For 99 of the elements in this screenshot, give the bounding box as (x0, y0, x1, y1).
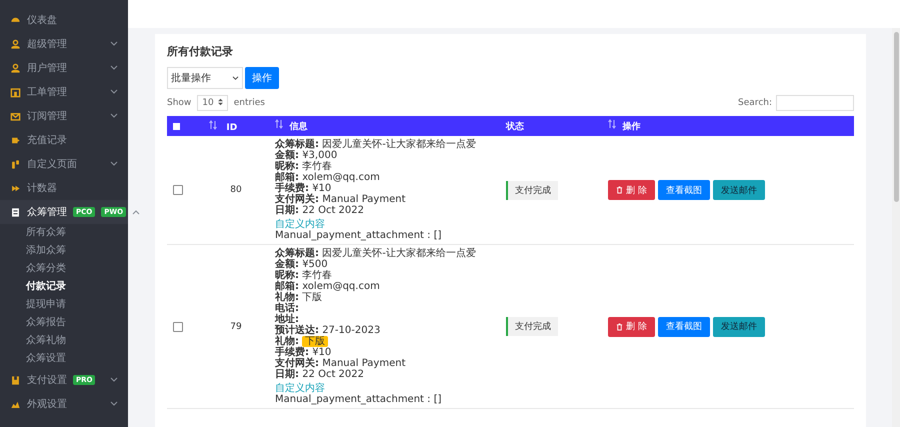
info-line: 手续费: ¥10 (275, 347, 332, 358)
sidebar-label: 订阅管理 (27, 110, 67, 123)
user-icon (10, 62, 21, 74)
info-line: 金额: ¥500 (275, 259, 329, 270)
action-button[interactable]: 查看截图 (658, 180, 710, 200)
sidebar-item[interactable]: 自定义页面 (0, 152, 128, 176)
sidebar-item[interactable]: 用户管理 (0, 56, 128, 80)
sidebar-label: 支付设置 (27, 374, 67, 387)
sidebar-label: 充值记录 (27, 134, 67, 147)
search-label: Search: (738, 98, 772, 108)
submenu-item[interactable]: 众筹设置 (0, 350, 66, 368)
box-icon (10, 374, 21, 386)
submenu-item[interactable]: 所有众筹 (0, 224, 66, 242)
sidebar-item[interactable]: 超级管理 (0, 32, 128, 56)
column-header[interactable]: 状态 (506, 122, 524, 132)
action-button[interactable]: 删 除 (608, 180, 655, 200)
column-header[interactable]: 操作 (622, 122, 640, 132)
status-label: 支付完成 (506, 180, 558, 200)
briefcase-icon (10, 86, 21, 98)
sidebar-label: 超级管理 (27, 38, 67, 51)
entries-select[interactable]: 10 (197, 95, 228, 111)
select-all-checkbox[interactable] (173, 122, 180, 130)
info-line: 日期: 22 Oct 2022 (275, 369, 366, 380)
submenu-item[interactable]: 众筹报告 (0, 314, 66, 332)
row-checkbox[interactable] (173, 185, 183, 195)
submenu-item[interactable]: 提现申请 (0, 296, 66, 314)
sidebar-label: 外观设置 (27, 398, 67, 411)
search-field[interactable] (776, 95, 854, 111)
sidebar-item[interactable]: 外观设置 (0, 392, 128, 416)
sidebar-label: 自定义页面 (27, 158, 77, 171)
column-header[interactable]: ID (226, 122, 238, 132)
info-line: 众筹标题: 因爱儿童关怀-让大家都来给一点爱 (275, 248, 477, 259)
envelope-icon (10, 110, 21, 122)
chevron-icon (132, 208, 140, 216)
action-button[interactable]: 查看截图 (658, 316, 710, 336)
apply-button[interactable]: 操作 (245, 67, 279, 89)
info-line: 金额: ¥3,000 (275, 150, 338, 161)
sort-icon[interactable] (275, 119, 283, 129)
action-button[interactable]: 发送邮件 (712, 180, 765, 200)
row-checkbox[interactable] (173, 322, 183, 332)
custom-content-link[interactable]: 自定义内容 (275, 383, 494, 394)
info-line: 邮箱: xolem@qq.com (275, 281, 381, 292)
info-line: 日期: 22 Oct 2022 (275, 205, 366, 216)
sidebar-label: 众筹管理 (27, 206, 67, 219)
column-header[interactable]: 信息 (289, 122, 308, 132)
sort-icon[interactable] (209, 120, 217, 130)
trash-icon (616, 186, 623, 194)
document-icon (10, 206, 21, 218)
info-line: 昵称: 李竹春 (275, 161, 334, 172)
id-cell: 79 (230, 322, 242, 332)
sidebar-item[interactable]: 充值记录 (0, 128, 128, 152)
sidebar-label: 用户管理 (27, 62, 67, 75)
attachment-line: Manual_payment_attachment : [] (275, 230, 442, 241)
info-line: 地址: (275, 314, 299, 325)
submenu-item[interactable]: 众筹分类 (0, 260, 66, 278)
info-line: 手续费: ¥10 (275, 183, 332, 194)
bulk-action-select[interactable]: 批量操作 (167, 67, 243, 89)
submenu-item[interactable]: 添加众筹 (0, 242, 66, 260)
chevron-icon (110, 400, 118, 408)
action-button[interactable]: 删 除 (608, 316, 655, 336)
info-line: 昵称: 李竹春 (275, 270, 334, 281)
entries-label: entries (234, 98, 265, 108)
status-label: 支付完成 (506, 317, 558, 336)
attachment-line: Manual_payment_attachment : [] (275, 394, 442, 405)
chevron-icon (110, 112, 118, 120)
sidebar-label: 工单管理 (27, 86, 67, 99)
info-line: 预计送达: 27-10-2023 (275, 325, 382, 336)
sidebar-item[interactable]: 计数器 (0, 176, 128, 200)
user-icon (10, 38, 21, 50)
gift-line: 礼物: 下版 (275, 336, 494, 347)
submenu-item[interactable]: 众筹礼物 (0, 332, 66, 350)
show-label: Show (167, 98, 192, 108)
spinner-icon (218, 98, 223, 106)
info-line: 支付网关: Manual Payment (275, 194, 406, 205)
submenu-item[interactable]: 付款记录 (0, 278, 66, 296)
chevron-icon (110, 64, 118, 72)
action-button[interactable]: 发送邮件 (712, 316, 765, 336)
info-line: 支付网关: Manual Payment (275, 358, 406, 369)
id-cell: 80 (230, 185, 242, 195)
sidebar-item[interactable]: 工单管理 (0, 80, 128, 104)
info-line: 礼物: 下版 (275, 292, 324, 303)
pages-icon (10, 158, 21, 170)
card-title: 所有付款记录 (167, 44, 234, 59)
caret-icon (232, 76, 239, 80)
sidebar-label: 仪表盘 (27, 14, 57, 27)
chevron-icon (110, 88, 118, 96)
sidebar-label: 计数器 (27, 182, 57, 195)
chevron-icon (110, 160, 118, 168)
info-line: 电话: (275, 303, 300, 314)
custom-content-link[interactable]: 自定义内容 (275, 219, 494, 230)
sidebar-item[interactable]: 订阅管理 (0, 104, 128, 128)
trash-icon (616, 322, 623, 330)
chevron-icon (110, 40, 118, 48)
chevron-icon (110, 376, 118, 384)
scrollbar[interactable] (892, 28, 900, 427)
sort-icon[interactable] (608, 119, 616, 129)
info-line: 邮箱: xolem@qq.com (275, 172, 381, 183)
info-line: 众筹标题: 因爱儿童关怀-让大家都来给一点爱 (275, 139, 477, 150)
sidebar-item[interactable]: 仪表盘 (0, 8, 128, 32)
